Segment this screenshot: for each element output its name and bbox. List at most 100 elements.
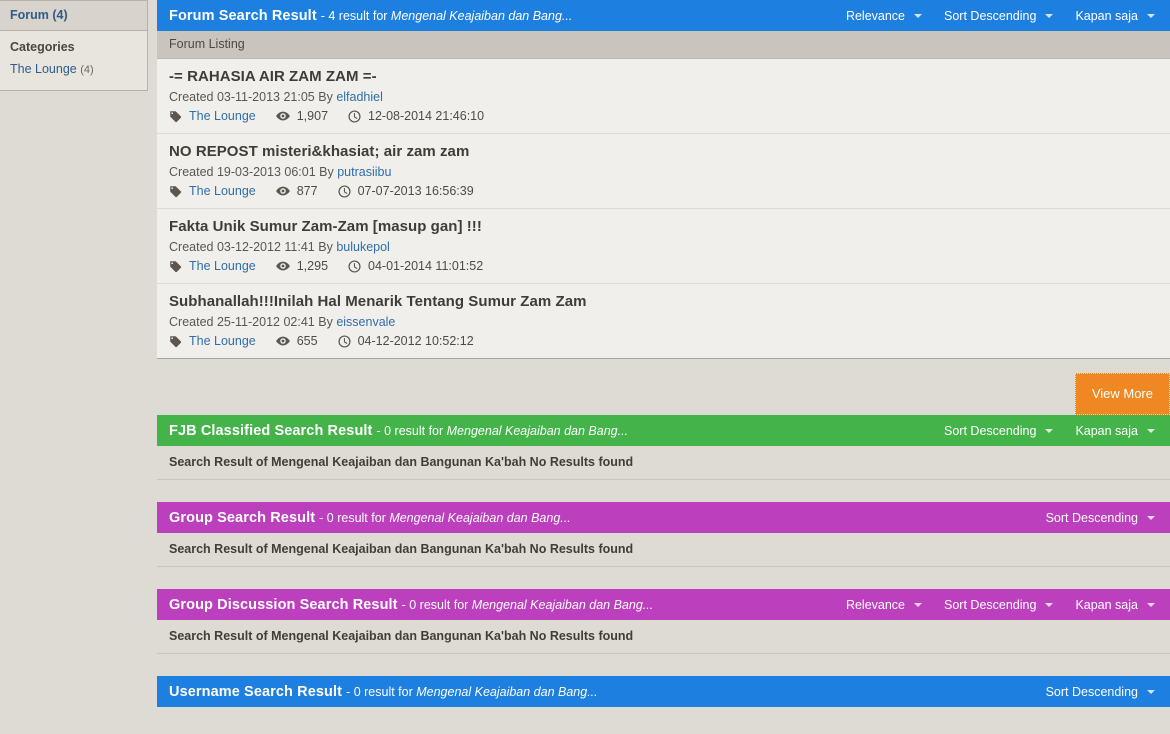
thread-meta: Created 19-03-2013 06:01 By putrasiibu: [169, 165, 1158, 179]
fjb-dropdown-sort-descending[interactable]: Sort Descending: [933, 420, 1064, 442]
view-more-container: View More: [157, 359, 1170, 415]
views-count: 877: [296, 184, 318, 198]
stat-category[interactable]: The Lounge: [169, 109, 256, 123]
category-link[interactable]: The Lounge: [189, 334, 256, 348]
username-section-title: Username Search Result: [169, 683, 343, 700]
username-dropdown-sort-descending[interactable]: Sort Descending: [1035, 681, 1166, 703]
forum-listing: -= RAHASIA AIR ZAM ZAM =- Created 03-11-…: [157, 59, 1170, 359]
by-label: By: [318, 240, 333, 254]
view-more-button[interactable]: View More: [1074, 373, 1170, 415]
forum-dropdown-sort-descending[interactable]: Sort Descending: [933, 5, 1064, 27]
thread-title[interactable]: Fakta Unik Sumur Zam-Zam [masup gan] !!!: [169, 218, 1158, 235]
list-item[interactable]: Subhanallah!!!Inilah Hal Menarik Tentang…: [157, 284, 1170, 358]
panel-group-discussion-search-result: Group Discussion Search Result - 0 resul…: [157, 589, 1170, 654]
eye-icon: [275, 109, 290, 123]
sidebar-forum-header[interactable]: Forum (4): [0, 1, 147, 31]
category-link[interactable]: The Lounge: [189, 259, 256, 273]
main-content: Forum Search Result - 4 result for Menge…: [157, 0, 1170, 707]
fjb-result-count: - 0 result for: [376, 423, 447, 438]
clock-icon: [338, 184, 351, 198]
chevron-down-icon: [1147, 515, 1155, 520]
group-search-result-header: Group Search Result - 0 result for Menge…: [157, 502, 1170, 533]
stat-category[interactable]: The Lounge: [169, 334, 256, 348]
thread-author-link[interactable]: eissenvale: [336, 315, 395, 329]
group-discussion-dropdown-kapan-saja[interactable]: Kapan saja: [1064, 594, 1166, 616]
chevron-down-icon: [1147, 13, 1155, 18]
last-post-date: 07-07-2013 16:56:39: [357, 184, 474, 198]
username-result-count: - 0 result for: [346, 684, 417, 699]
stat-last-post: 04-12-2012 10:52:12: [338, 334, 474, 348]
stat-category[interactable]: The Lounge: [169, 259, 256, 273]
eye-icon: [275, 334, 290, 348]
dropdown-label: Relevance: [845, 597, 906, 612]
thread-author-link[interactable]: putrasiibu: [337, 165, 391, 179]
panel-fjb-classified-search-result: FJB Classified Search Result - 0 result …: [157, 415, 1170, 480]
eye-icon: [275, 259, 290, 273]
last-post-date: 04-01-2014 11:01:52: [368, 259, 484, 273]
dropdown-label: Sort Descending: [944, 597, 1037, 612]
thread-title[interactable]: -= RAHASIA AIR ZAM ZAM =-: [169, 68, 1158, 85]
thread-title[interactable]: Subhanallah!!!Inilah Hal Menarik Tentang…: [169, 293, 1158, 310]
group-discussion-no-results-message: Search Result of Mengenal Keajaiban dan …: [157, 620, 1170, 654]
group-discussion-result-count: - 0 result for: [401, 597, 472, 612]
fjb-query-text: Mengenal Keajaiban dan Bang...: [446, 423, 629, 438]
panel-username-search-result: Username Search Result - 0 result for Me…: [157, 676, 1170, 707]
clock-icon: [348, 259, 361, 273]
fjb-dropdown-kapan-saja[interactable]: Kapan saja: [1064, 420, 1166, 442]
stat-views: 877: [275, 184, 318, 198]
created-date: 19-03-2013 06:01: [216, 165, 316, 179]
stat-last-post: 12-08-2014 21:46:10: [348, 109, 484, 123]
thread-stats: The Lounge 877 07-07-2013 16:56:39: [169, 184, 1158, 198]
clock-icon: [348, 109, 361, 123]
fjb-section-title: FJB Classified Search Result: [169, 422, 373, 439]
stat-views: 1,907: [275, 109, 328, 123]
list-item[interactable]: NO REPOST misteri&khasiat; air zam zam C…: [157, 134, 1170, 209]
tag-icon: [169, 185, 182, 198]
forum-dropdown-relevance[interactable]: Relevance: [835, 5, 933, 27]
thread-author-link[interactable]: elfadhiel: [336, 90, 383, 104]
list-item[interactable]: Fakta Unik Sumur Zam-Zam [masup gan] !!!…: [157, 209, 1170, 284]
group-dropdown-sort-descending[interactable]: Sort Descending: [1035, 507, 1166, 529]
thread-stats: The Lounge 1,295 04-01-2014 11:01:52: [169, 259, 1158, 273]
category-link[interactable]: The Lounge: [189, 184, 256, 198]
thread-author-link[interactable]: bulukepol: [336, 240, 390, 254]
views-count: 655: [296, 334, 318, 348]
group-query-text: Mengenal Keajaiban dan Bang...: [389, 510, 571, 525]
thread-title[interactable]: NO REPOST misteri&khasiat; air zam zam: [169, 143, 1158, 160]
group-discussion-search-result-header: Group Discussion Search Result - 0 resul…: [157, 589, 1170, 620]
group-result-count: - 0 result for: [319, 510, 390, 525]
group-discussion-dropdown-relevance[interactable]: Relevance: [835, 594, 933, 616]
thread-meta: Created 25-11-2012 02:41 By eissenvale: [169, 315, 1158, 329]
dropdown-label: Sort Descending: [944, 8, 1037, 23]
sidebar-section-title: Categories: [10, 40, 75, 54]
forum-dropdown-kapan-saja[interactable]: Kapan saja: [1064, 5, 1166, 27]
dropdown-label: Relevance: [845, 8, 906, 23]
search-results-page: Forum (4) Categories The Lounge (4) Foru…: [0, 0, 1170, 734]
chevron-down-icon: [914, 13, 923, 18]
created-date: 03-12-2012 11:41: [216, 240, 315, 254]
stat-views: 1,295: [275, 259, 328, 273]
created-label: Created: [169, 315, 214, 329]
group-discussion-section-title: Group Discussion Search Result: [169, 596, 398, 613]
tag-icon: [169, 335, 182, 348]
group-discussion-query-text: Mengenal Keajaiban dan Bang...: [471, 597, 654, 612]
created-date: 03-11-2013 21:05: [216, 90, 315, 104]
chevron-down-icon: [1147, 602, 1155, 607]
tag-icon: [169, 110, 182, 123]
stat-category[interactable]: The Lounge: [169, 184, 256, 198]
dropdown-label: Kapan saja: [1075, 597, 1138, 612]
stat-views: 655: [275, 334, 318, 348]
group-discussion-dropdown-sort-descending[interactable]: Sort Descending: [933, 594, 1064, 616]
list-item[interactable]: -= RAHASIA AIR ZAM ZAM =- Created 03-11-…: [157, 59, 1170, 134]
panel-group-search-result: Group Search Result - 0 result for Menge…: [157, 502, 1170, 567]
dropdown-label: Kapan saja: [1075, 8, 1138, 23]
fjb-search-result-header: FJB Classified Search Result - 0 result …: [157, 415, 1170, 446]
username-section-subtitle: - 0 result for Mengenal Keajaiban dan Ba…: [346, 685, 598, 699]
thread-meta: Created 03-12-2012 11:41 By bulukepol: [169, 240, 1158, 254]
thread-stats: The Lounge 1,907 12-08-2014 21:46:10: [169, 109, 1158, 123]
sidebar-item-the-lounge[interactable]: The Lounge (4): [10, 62, 137, 76]
category-link[interactable]: The Lounge: [189, 109, 256, 123]
fjb-section-subtitle: - 0 result for Mengenal Keajaiban dan Ba…: [376, 424, 628, 438]
forum-section-subtitle: - 4 result for Mengenal Keajaiban dan Ba…: [321, 9, 573, 23]
